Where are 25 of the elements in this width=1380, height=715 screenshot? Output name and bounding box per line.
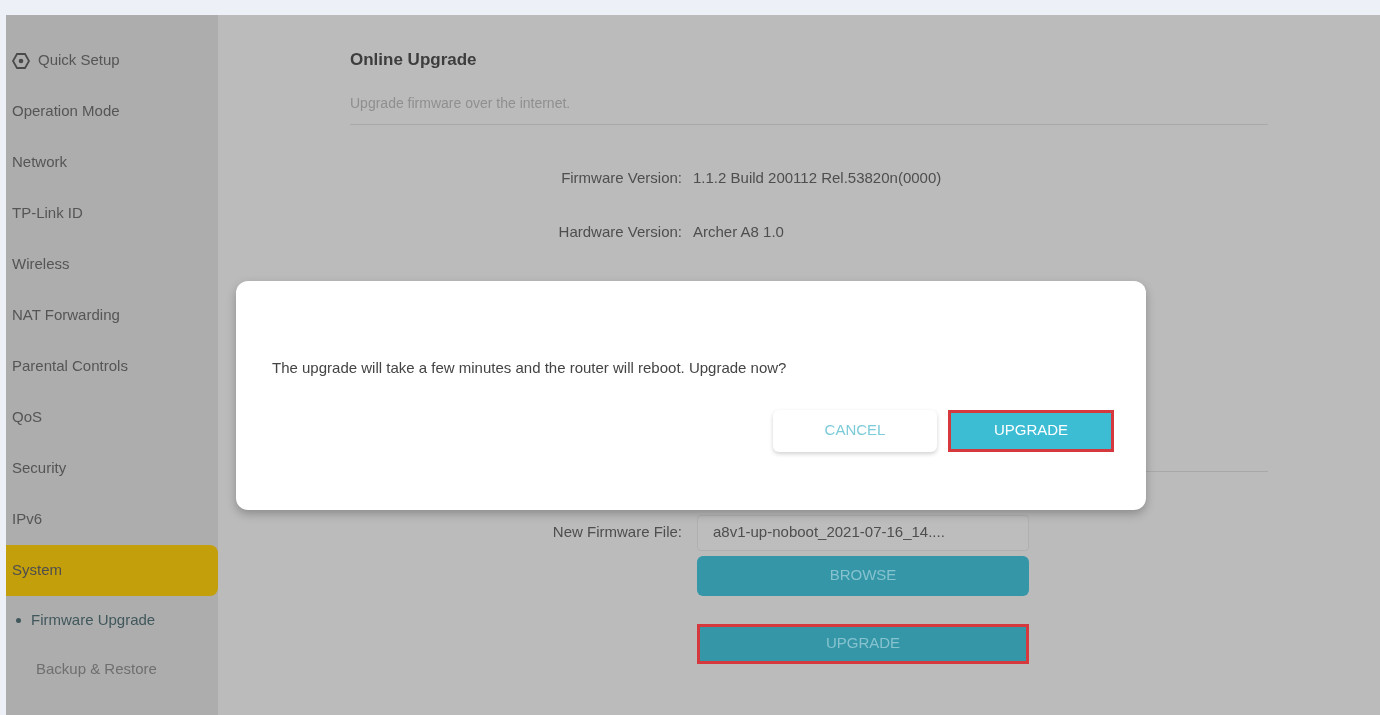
file-label: New Firmware File: xyxy=(551,522,682,543)
upgrade-button[interactable]: UPGRADE xyxy=(948,409,1114,452)
sidebar-item[interactable]: IPv6 xyxy=(6,494,218,545)
sidebar-item[interactable]: NAT Forwarding xyxy=(6,290,218,341)
cancel-button[interactable]: CANCEL xyxy=(773,409,937,452)
sidebar-item[interactable]: TP-Link ID xyxy=(6,188,218,239)
info-label: Hardware Version: xyxy=(557,222,682,242)
sidebar-item[interactable]: Network xyxy=(6,137,218,188)
sidebar-item[interactable]: Wireless xyxy=(6,239,218,290)
info-value: Archer A8 1.0 xyxy=(693,222,784,242)
dialog-message: The upgrade will take a few minutes and the router will reboot. Upgrade now? xyxy=(272,358,787,378)
action-button[interactable]: BROWSE xyxy=(697,555,1029,596)
sidebar-item[interactable]: Quick Setup xyxy=(6,35,218,86)
sidebar-item[interactable]: System xyxy=(6,545,218,596)
sidebar-item[interactable]: QoS xyxy=(6,392,218,443)
info-label: Firmware Version: xyxy=(560,167,682,188)
info-value: 1.1.2 Build 200112 Rel.53820n(0000) xyxy=(693,167,942,188)
sidebar-subitem[interactable]: Backup & Restore xyxy=(6,645,218,694)
action-button[interactable]: UPGRADE xyxy=(697,623,1029,664)
section-title: Online Upgrade xyxy=(350,49,477,71)
sidebar-item[interactable]: Parental Controls xyxy=(6,341,218,392)
sidebar-item[interactable]: Security xyxy=(6,443,218,494)
sidebar-item[interactable]: Operation Mode xyxy=(6,86,218,137)
sidebar-subitem[interactable]: Firmware Upgrade xyxy=(6,596,218,645)
file-field[interactable]: a8v1-up-noboot_2021-07-16_14.... xyxy=(697,514,1029,551)
